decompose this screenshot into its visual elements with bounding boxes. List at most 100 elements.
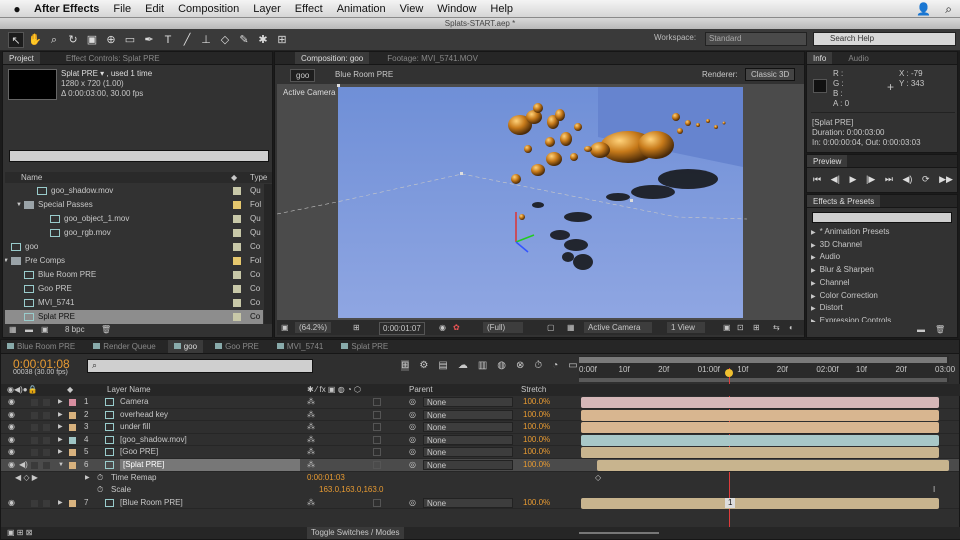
parent-select[interactable]: None [423,409,513,420]
comp-mini-flowchart-icon[interactable]: ⊞ [401,360,410,371]
collapse-switch-icon[interactable]: ⁂ [307,459,315,471]
pickwhip-icon[interactable]: ◎ [409,421,416,433]
scale-row[interactable]: ⏱ Scale 163.0,163.0,163.0 I [1,484,959,497]
menu-animation[interactable]: Animation [337,3,386,15]
col-type[interactable]: Type [250,172,267,183]
shy-icon[interactable]: ☁ [458,360,468,371]
pan-behind-tool-icon[interactable]: ⊕ [103,32,119,48]
fast-previews-icon[interactable]: ⊡ [737,320,744,335]
show-channel-icon[interactable]: ✿ [453,320,460,335]
effects-category[interactable]: ▶ Expression Controls [811,315,951,322]
3d-switch-box[interactable] [373,410,381,419]
selection-tool-icon[interactable]: ↖ [8,31,24,48]
zoom-tool-icon[interactable]: ⌕ [46,32,62,48]
puppet-pin-tool-icon[interactable]: ✱ [255,32,271,48]
last-frame-icon[interactable]: ⏭ [885,174,893,185]
layer-label-color[interactable] [69,399,76,406]
prev-frame-icon[interactable]: ◀| [831,174,840,185]
collapse-switch-icon[interactable]: ⁂ [307,421,315,433]
3d-switch-box[interactable] [373,461,381,469]
safe-margins-icon[interactable]: ⊞ [353,320,360,335]
disclosure-triangle-icon[interactable]: ▼ [16,198,22,212]
label-swatch[interactable] [233,313,241,321]
magnification-select[interactable]: (64.2%) [295,322,332,333]
lock-box[interactable] [43,449,50,457]
project-item[interactable]: ▼ Pre Comps Fol [5,254,263,268]
collapse-switch-icon[interactable]: ⁂ [307,497,315,509]
label-swatch[interactable] [233,201,241,209]
disclosure-triangle-icon[interactable]: ▶ [58,421,63,433]
stretch-value[interactable]: 100.0% [523,497,550,509]
parent-select[interactable]: None [423,447,513,458]
bpc-label[interactable]: 8 bpc [65,324,85,336]
lock-box[interactable] [43,436,50,444]
label-swatch[interactable] [233,285,241,293]
effects-category[interactable]: ▶ Channel [811,277,951,289]
interpret-footage-icon[interactable]: ▦ [9,324,17,336]
stretch-value[interactable]: 100.0% [523,421,550,433]
layer-duration-bar[interactable] [581,397,939,408]
parent-select[interactable]: None [423,460,513,470]
solo-box[interactable] [31,411,38,419]
user-icon[interactable]: 👤 [916,2,931,17]
disclosure-triangle-icon[interactable]: ▶ [58,409,63,421]
workspace-select[interactable]: Standard [705,32,807,46]
disclosure-triangle-icon[interactable]: ▶ [58,497,63,509]
disclosure-triangle-icon[interactable]: ▶ [811,281,816,287]
solo-box[interactable] [31,424,38,432]
effects-category[interactable]: ▶ Distort [811,302,951,314]
frame-blend-icon[interactable]: ▥ [478,360,487,371]
disclosure-triangle-icon[interactable]: ▶ [58,434,63,446]
toggle-switches-modes[interactable]: Toggle Switches / Modes [307,527,404,539]
cti-head-icon[interactable] [725,369,733,377]
new-folder-icon[interactable]: ▬ [917,325,925,334]
menu-layer[interactable]: Layer [253,3,281,15]
always-preview-icon[interactable]: ▣ [281,320,289,335]
stretch-value[interactable]: 100.0% [523,446,550,458]
solo-box[interactable] [31,499,38,507]
solo-box[interactable] [31,449,38,457]
layer-duration-bar[interactable] [581,409,939,421]
label-swatch[interactable] [233,187,241,195]
tab-timeline-3[interactable]: Goo PRE [209,340,265,353]
pickwhip-icon[interactable]: ◎ [409,434,416,446]
stretch-value[interactable]: 100.0% [523,459,550,471]
motion-blur-icon[interactable]: ◍ [497,360,506,371]
visibility-eye-icon[interactable]: ◉ [8,497,15,509]
tab-audio[interactable]: Audio [842,52,874,64]
lock-box[interactable] [43,399,50,406]
pickwhip-icon[interactable]: ◎ [409,497,416,509]
visibility-eye-icon[interactable]: ◉ [8,459,15,471]
timeline-search-input[interactable]: ⌕ [87,359,313,373]
project-search-input[interactable] [9,150,269,162]
label-swatch[interactable] [233,257,241,265]
time-remap-keyframe-marker[interactable]: 1 [725,497,736,508]
ram-preview-icon[interactable]: ▶▶ [939,174,953,185]
collapse-switch-icon[interactable]: ⁂ [307,434,315,446]
3d-switch-box[interactable] [373,435,381,444]
tab-preview[interactable]: Preview [807,155,848,167]
layer-duration-bar[interactable] [581,447,939,459]
tab-timeline-2[interactable]: goo [167,340,204,353]
layer-name[interactable]: [goo_shadow.mov] [120,434,187,446]
tab-timeline-1[interactable]: Render Queue [87,340,161,353]
search-help-input[interactable]: Search Help [813,32,956,46]
loop-icon[interactable]: ⟳ [922,174,930,185]
brainstorm-icon[interactable]: ⊗ [516,360,524,371]
project-item[interactable]: goo_object_1.mov Qu [5,212,263,226]
effects-category[interactable]: ▶ Blur & Sharpen [811,264,951,276]
3d-switch-box[interactable] [373,398,381,406]
live-update-icon[interactable]: ⚙ [419,360,428,371]
timeline-link-icon[interactable]: ⊞ [753,320,760,335]
project-item[interactable]: goo_shadow.mov Qu [5,184,263,198]
visibility-eye-icon[interactable]: ◉ [8,421,15,433]
tab-timeline-5[interactable]: Splat PRE [335,340,394,353]
timecode-display[interactable]: 0:00:01:07 [379,322,425,335]
parent-select[interactable]: None [423,397,513,407]
parent-select[interactable]: None [423,434,513,445]
comp-button-icon[interactable]: ▣ ⊞ ⊠ [7,527,32,539]
roto-brush-tool-icon[interactable]: ✎ [236,32,252,48]
time-remap-value[interactable]: 0:00:01:03 [307,472,345,484]
collapse-switch-icon[interactable]: ⁂ [307,446,315,458]
layer-row[interactable]: ◉ ▶ 4 [goo_shadow.mov] ⁂ ◎ None 100.0% [1,434,959,447]
